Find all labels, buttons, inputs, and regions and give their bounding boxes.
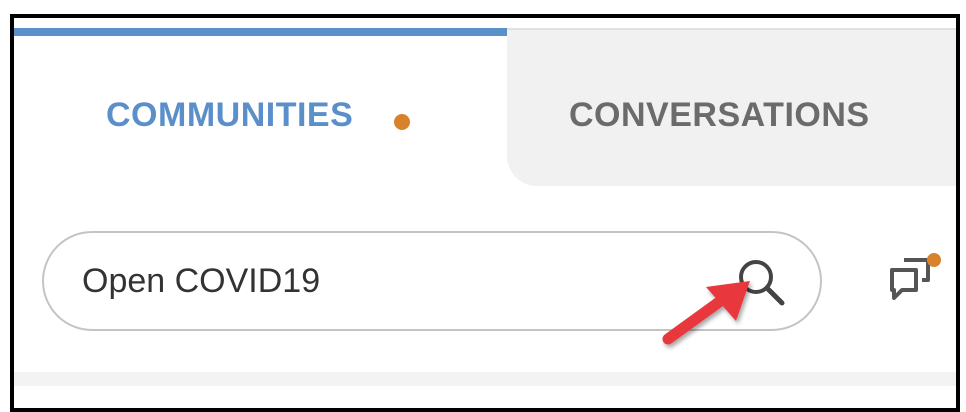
tab-communities-label: COMMUNITIES	[106, 96, 354, 134]
chat-notification-dot	[927, 253, 941, 267]
search-input[interactable]	[82, 259, 682, 303]
tab-divider	[507, 28, 956, 30]
content-divider	[14, 372, 956, 386]
screenshot-frame: COMMUNITIES CONVERSATIONS	[10, 14, 960, 412]
tab-conversations-label: CONVERSATIONS	[569, 96, 870, 134]
tab-conversations[interactable]: CONVERSATIONS	[507, 28, 956, 186]
active-tab-indicator	[14, 28, 507, 36]
tab-communities[interactable]: COMMUNITIES	[14, 28, 507, 188]
chat-bubbles-icon[interactable]	[884, 250, 944, 310]
red-arrow-icon	[654, 273, 754, 353]
notification-dot	[394, 114, 410, 130]
